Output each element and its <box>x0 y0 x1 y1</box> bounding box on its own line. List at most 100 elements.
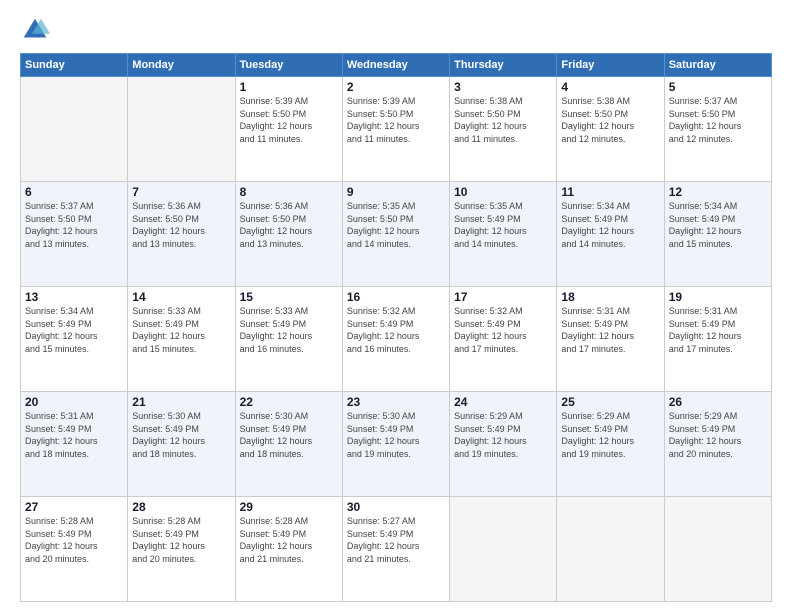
day-number: 15 <box>240 290 338 304</box>
calendar-cell: 30Sunrise: 5:27 AMSunset: 5:49 PMDayligh… <box>342 497 449 602</box>
day-number: 17 <box>454 290 552 304</box>
calendar-cell <box>128 77 235 182</box>
day-number: 13 <box>25 290 123 304</box>
page: SundayMondayTuesdayWednesdayThursdayFrid… <box>0 0 792 612</box>
day-info: Sunrise: 5:28 AMSunset: 5:49 PMDaylight:… <box>25 515 123 565</box>
day-info: Sunrise: 5:29 AMSunset: 5:49 PMDaylight:… <box>561 410 659 460</box>
logo <box>20 15 54 45</box>
day-number: 1 <box>240 80 338 94</box>
calendar-cell: 29Sunrise: 5:28 AMSunset: 5:49 PMDayligh… <box>235 497 342 602</box>
day-info: Sunrise: 5:34 AMSunset: 5:49 PMDaylight:… <box>669 200 767 250</box>
calendar-cell: 19Sunrise: 5:31 AMSunset: 5:49 PMDayligh… <box>664 287 771 392</box>
calendar-cell <box>21 77 128 182</box>
day-number: 12 <box>669 185 767 199</box>
day-info: Sunrise: 5:32 AMSunset: 5:49 PMDaylight:… <box>454 305 552 355</box>
day-number: 21 <box>132 395 230 409</box>
day-number: 20 <box>25 395 123 409</box>
calendar-cell: 27Sunrise: 5:28 AMSunset: 5:49 PMDayligh… <box>21 497 128 602</box>
calendar-cell: 20Sunrise: 5:31 AMSunset: 5:49 PMDayligh… <box>21 392 128 497</box>
day-number: 19 <box>669 290 767 304</box>
header <box>20 15 772 45</box>
day-number: 9 <box>347 185 445 199</box>
day-number: 2 <box>347 80 445 94</box>
calendar-cell <box>450 497 557 602</box>
day-number: 8 <box>240 185 338 199</box>
day-number: 29 <box>240 500 338 514</box>
weekday-header-monday: Monday <box>128 54 235 77</box>
day-info: Sunrise: 5:30 AMSunset: 5:49 PMDaylight:… <box>240 410 338 460</box>
calendar-cell: 11Sunrise: 5:34 AMSunset: 5:49 PMDayligh… <box>557 182 664 287</box>
day-number: 27 <box>25 500 123 514</box>
day-number: 18 <box>561 290 659 304</box>
calendar-week-row: 1Sunrise: 5:39 AMSunset: 5:50 PMDaylight… <box>21 77 772 182</box>
day-info: Sunrise: 5:29 AMSunset: 5:49 PMDaylight:… <box>669 410 767 460</box>
day-info: Sunrise: 5:31 AMSunset: 5:49 PMDaylight:… <box>561 305 659 355</box>
day-number: 3 <box>454 80 552 94</box>
day-info: Sunrise: 5:31 AMSunset: 5:49 PMDaylight:… <box>669 305 767 355</box>
calendar-cell: 22Sunrise: 5:30 AMSunset: 5:49 PMDayligh… <box>235 392 342 497</box>
calendar-cell: 16Sunrise: 5:32 AMSunset: 5:49 PMDayligh… <box>342 287 449 392</box>
weekday-header-friday: Friday <box>557 54 664 77</box>
calendar-cell: 2Sunrise: 5:39 AMSunset: 5:50 PMDaylight… <box>342 77 449 182</box>
day-info: Sunrise: 5:28 AMSunset: 5:49 PMDaylight:… <box>240 515 338 565</box>
day-info: Sunrise: 5:32 AMSunset: 5:49 PMDaylight:… <box>347 305 445 355</box>
calendar-cell: 26Sunrise: 5:29 AMSunset: 5:49 PMDayligh… <box>664 392 771 497</box>
day-number: 25 <box>561 395 659 409</box>
day-info: Sunrise: 5:30 AMSunset: 5:49 PMDaylight:… <box>347 410 445 460</box>
day-info: Sunrise: 5:28 AMSunset: 5:49 PMDaylight:… <box>132 515 230 565</box>
day-info: Sunrise: 5:27 AMSunset: 5:49 PMDaylight:… <box>347 515 445 565</box>
calendar-cell: 17Sunrise: 5:32 AMSunset: 5:49 PMDayligh… <box>450 287 557 392</box>
calendar-table: SundayMondayTuesdayWednesdayThursdayFrid… <box>20 53 772 602</box>
weekday-header-tuesday: Tuesday <box>235 54 342 77</box>
calendar-cell: 5Sunrise: 5:37 AMSunset: 5:50 PMDaylight… <box>664 77 771 182</box>
day-info: Sunrise: 5:36 AMSunset: 5:50 PMDaylight:… <box>240 200 338 250</box>
day-info: Sunrise: 5:30 AMSunset: 5:49 PMDaylight:… <box>132 410 230 460</box>
calendar-cell: 4Sunrise: 5:38 AMSunset: 5:50 PMDaylight… <box>557 77 664 182</box>
weekday-header-sunday: Sunday <box>21 54 128 77</box>
day-info: Sunrise: 5:37 AMSunset: 5:50 PMDaylight:… <box>669 95 767 145</box>
day-number: 26 <box>669 395 767 409</box>
day-info: Sunrise: 5:38 AMSunset: 5:50 PMDaylight:… <box>561 95 659 145</box>
weekday-header-saturday: Saturday <box>664 54 771 77</box>
weekday-header-wednesday: Wednesday <box>342 54 449 77</box>
calendar-cell: 15Sunrise: 5:33 AMSunset: 5:49 PMDayligh… <box>235 287 342 392</box>
day-number: 24 <box>454 395 552 409</box>
calendar-cell: 25Sunrise: 5:29 AMSunset: 5:49 PMDayligh… <box>557 392 664 497</box>
day-info: Sunrise: 5:39 AMSunset: 5:50 PMDaylight:… <box>240 95 338 145</box>
calendar-cell: 8Sunrise: 5:36 AMSunset: 5:50 PMDaylight… <box>235 182 342 287</box>
day-info: Sunrise: 5:34 AMSunset: 5:49 PMDaylight:… <box>561 200 659 250</box>
day-info: Sunrise: 5:29 AMSunset: 5:49 PMDaylight:… <box>454 410 552 460</box>
calendar-cell: 7Sunrise: 5:36 AMSunset: 5:50 PMDaylight… <box>128 182 235 287</box>
day-number: 16 <box>347 290 445 304</box>
calendar-cell: 24Sunrise: 5:29 AMSunset: 5:49 PMDayligh… <box>450 392 557 497</box>
calendar-cell <box>557 497 664 602</box>
calendar-cell: 3Sunrise: 5:38 AMSunset: 5:50 PMDaylight… <box>450 77 557 182</box>
day-info: Sunrise: 5:35 AMSunset: 5:50 PMDaylight:… <box>347 200 445 250</box>
calendar-cell: 10Sunrise: 5:35 AMSunset: 5:49 PMDayligh… <box>450 182 557 287</box>
day-number: 14 <box>132 290 230 304</box>
calendar-cell: 21Sunrise: 5:30 AMSunset: 5:49 PMDayligh… <box>128 392 235 497</box>
calendar-week-row: 27Sunrise: 5:28 AMSunset: 5:49 PMDayligh… <box>21 497 772 602</box>
day-number: 7 <box>132 185 230 199</box>
calendar-cell <box>664 497 771 602</box>
day-info: Sunrise: 5:35 AMSunset: 5:49 PMDaylight:… <box>454 200 552 250</box>
day-info: Sunrise: 5:33 AMSunset: 5:49 PMDaylight:… <box>240 305 338 355</box>
day-number: 30 <box>347 500 445 514</box>
calendar-cell: 12Sunrise: 5:34 AMSunset: 5:49 PMDayligh… <box>664 182 771 287</box>
calendar-week-row: 13Sunrise: 5:34 AMSunset: 5:49 PMDayligh… <box>21 287 772 392</box>
logo-icon <box>20 15 50 45</box>
day-number: 22 <box>240 395 338 409</box>
day-info: Sunrise: 5:33 AMSunset: 5:49 PMDaylight:… <box>132 305 230 355</box>
day-number: 23 <box>347 395 445 409</box>
day-info: Sunrise: 5:36 AMSunset: 5:50 PMDaylight:… <box>132 200 230 250</box>
calendar-header-row: SundayMondayTuesdayWednesdayThursdayFrid… <box>21 54 772 77</box>
day-number: 10 <box>454 185 552 199</box>
calendar-cell: 6Sunrise: 5:37 AMSunset: 5:50 PMDaylight… <box>21 182 128 287</box>
calendar-cell: 9Sunrise: 5:35 AMSunset: 5:50 PMDaylight… <box>342 182 449 287</box>
calendar-week-row: 20Sunrise: 5:31 AMSunset: 5:49 PMDayligh… <box>21 392 772 497</box>
calendar-cell: 23Sunrise: 5:30 AMSunset: 5:49 PMDayligh… <box>342 392 449 497</box>
day-number: 6 <box>25 185 123 199</box>
day-info: Sunrise: 5:37 AMSunset: 5:50 PMDaylight:… <box>25 200 123 250</box>
calendar-cell: 1Sunrise: 5:39 AMSunset: 5:50 PMDaylight… <box>235 77 342 182</box>
weekday-header-thursday: Thursday <box>450 54 557 77</box>
